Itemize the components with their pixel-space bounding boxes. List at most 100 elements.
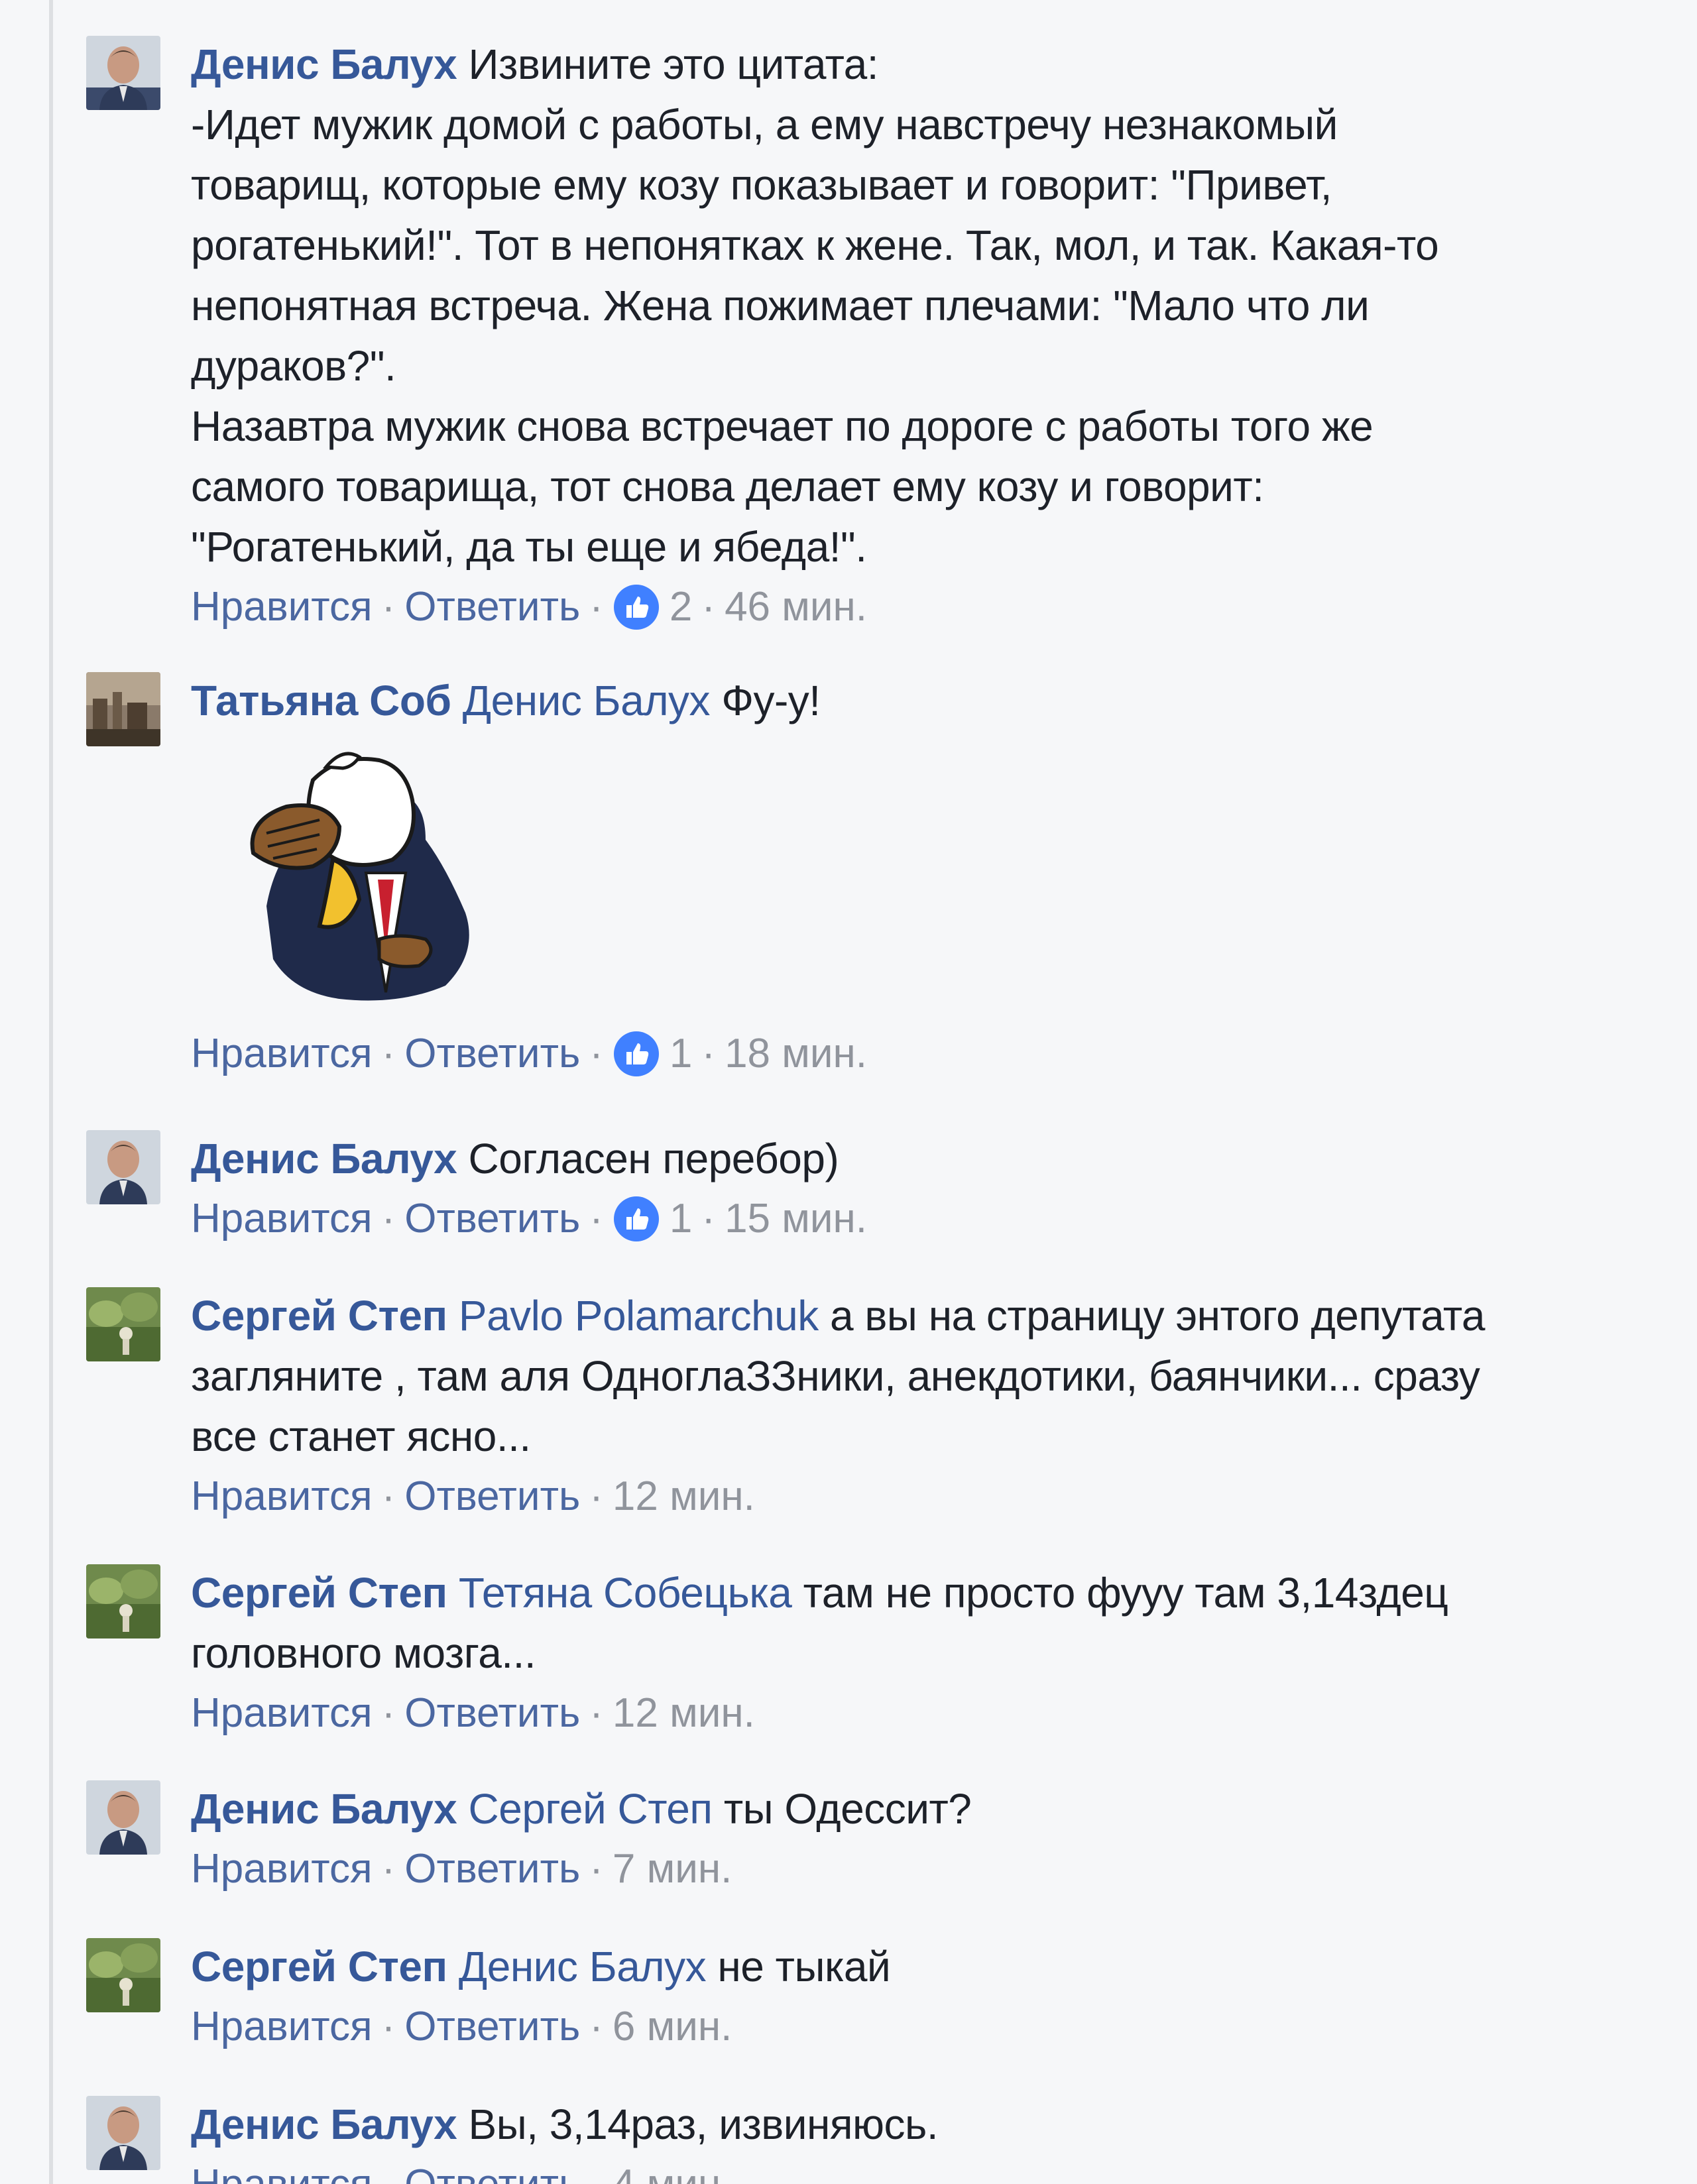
comment-line: а вы на страницу энтого депутата [830,1292,1485,1340]
like-button[interactable]: Нравится [191,1839,373,1899]
avatar[interactable] [86,1938,160,2012]
author-link[interactable]: Денис Балух [191,1135,457,1182]
mention-link[interactable]: Денис Балух [463,677,711,724]
reply-button[interactable]: Ответить [404,1684,580,1743]
comment-actions: Нравится · Ответить · 1 · 18 мин. [191,1024,1649,1084]
timestamp[interactable]: 46 мин. [725,577,867,637]
avatar[interactable] [86,672,160,746]
separator: · [589,1031,603,1076]
like-button[interactable]: Нравится [191,1684,373,1743]
separator: · [589,584,603,630]
author-link[interactable]: Денис Балух [191,1785,457,1833]
like-button[interactable]: Нравится [191,1997,373,2057]
mention-link[interactable]: Тетяна Собецька [459,1569,792,1617]
separator: · [381,2004,396,2049]
comment-line: дураков?". [191,342,396,390]
timestamp[interactable]: 15 мин. [725,1189,867,1249]
comment-actions: Нравится · Ответить · 6 мин. [191,1997,1649,2057]
comment-line: самого товарища, тот снова делает ему ко… [191,463,1264,510]
avatar[interactable] [86,2096,160,2170]
comment-body: Сергей Степ Pavlo Polamarchuk а вы на ст… [191,1286,1649,1526]
avatar[interactable] [86,1780,160,1855]
timestamp[interactable]: 18 мин. [725,1024,867,1084]
like-button[interactable]: Нравится [191,2155,373,2184]
separator: · [381,1196,396,1241]
comment-line: загляните , там аля ОдноглаЗЗники, анекд… [191,1352,1480,1400]
like-button[interactable]: Нравится [191,1189,373,1249]
reply-button[interactable]: Ответить [404,1024,580,1084]
reply-button[interactable]: Ответить [404,1839,580,1899]
timestamp[interactable]: 6 мин. [613,1997,732,2057]
separator: · [589,2155,603,2184]
like-button[interactable]: Нравится [191,1467,373,1526]
comment-body: Татьяна Соб Денис Балух Фу-у! Нравится ·… [191,671,1649,1084]
mention-link[interactable]: Денис Балух [459,1943,707,1990]
separator: · [381,1846,396,1892]
reply-button[interactable]: Ответить [404,1189,580,1249]
eagle-facepalm-sticker[interactable] [227,740,492,1019]
avatar[interactable] [86,1130,160,1204]
separator: · [381,1031,396,1076]
like-button[interactable]: Нравится [191,577,373,637]
comment-line: Назавтра мужик снова встречает по дороге… [191,402,1374,450]
like-count[interactable]: 2 [670,577,692,637]
comment-line: головного мозга... [191,1629,536,1677]
avatar[interactable] [86,1287,160,1361]
author-link[interactable]: Татьяна Соб [191,677,451,724]
thumbs-up-icon[interactable] [613,1030,660,1078]
separator: · [701,584,716,630]
mention-link[interactable]: Сергей Степ [469,1785,713,1833]
comment-line: товарищ, которые ему козу показывает и г… [191,161,1332,209]
thumbs-up-icon[interactable] [613,583,660,631]
comment-line: непонятная встреча. Жена пожимает плечам… [191,282,1370,329]
comment-actions: Нравится · Ответить · 12 мин. [191,1684,1649,1743]
timestamp[interactable]: 7 мин. [613,1839,732,1899]
separator: · [589,1846,603,1892]
reply-button[interactable]: Ответить [404,1467,580,1526]
reply-button[interactable]: Ответить [404,577,580,637]
timestamp[interactable]: 12 мин. [613,1684,755,1743]
comment-body: Сергей Степ Тетяна Собецька там не прост… [191,1563,1649,1743]
reply-button[interactable]: Ответить [404,2155,580,2184]
avatar[interactable] [86,36,160,110]
reply-button[interactable]: Ответить [404,1997,580,2057]
author-link[interactable]: Сергей Степ [191,1569,447,1617]
avatar-denis-icon [86,36,160,110]
separator: · [701,1031,716,1076]
eagle-facepalm-icon [250,752,469,1001]
avatar[interactable] [86,1564,160,1638]
avatar-denis-icon [86,1780,160,1855]
avatar-denis-icon [86,2096,160,2170]
comment-body: Денис Балух Согласен перебор) Нравится ·… [191,1129,1649,1249]
separator: · [589,1690,603,1736]
comment-text: Сергей Степ Тетяна Собецька там не прост… [191,1563,1649,1684]
comment-line: Вы, 3,14раз, извиняюсь. [468,2100,939,2148]
comment-body: Денис Балух Вы, 3,14раз, извиняюсь. Нрав… [191,2095,1649,2184]
like-count[interactable]: 1 [670,1189,692,1249]
comment-text: Денис Балух Сергей Степ ты Одессит? [191,1779,1649,1839]
comment-text: Денис Балух Вы, 3,14раз, извиняюсь. [191,2095,1649,2155]
timestamp[interactable]: 12 мин. [613,1467,755,1526]
comment-line: "Рогатенький, да ты еще и ябеда!". [191,523,867,571]
like-button[interactable]: Нравится [191,1024,373,1084]
separator: · [381,584,396,630]
like-count[interactable]: 1 [670,1024,692,1084]
author-link[interactable]: Денис Балух [191,40,457,88]
timestamp[interactable]: 4 мин. [613,2155,732,2184]
thread-rule [49,0,53,2184]
author-link[interactable]: Сергей Степ [191,1943,447,1990]
comment-line: -Идет мужик домой с работы, а ему навстр… [191,101,1338,148]
author-link[interactable]: Сергей Степ [191,1292,447,1340]
comment-line: Согласен перебор) [468,1135,839,1182]
separator: · [589,1196,603,1241]
comment-actions: Нравится · Ответить · 12 мин. [191,1467,1649,1526]
comment-actions: Нравится · Ответить · 1 · 15 мин. [191,1189,1649,1249]
comment-line: ты Одессит? [723,1785,972,1833]
author-link[interactable]: Денис Балух [191,2100,457,2148]
comment-text: Денис Балух Извините это цитата: -Идет м… [191,34,1649,577]
thumbs-up-icon[interactable] [613,1195,660,1243]
separator: · [382,2155,396,2184]
separator: · [381,1473,396,1519]
separator: · [701,1196,716,1241]
mention-link[interactable]: Pavlo Polamarchuk [459,1292,819,1340]
